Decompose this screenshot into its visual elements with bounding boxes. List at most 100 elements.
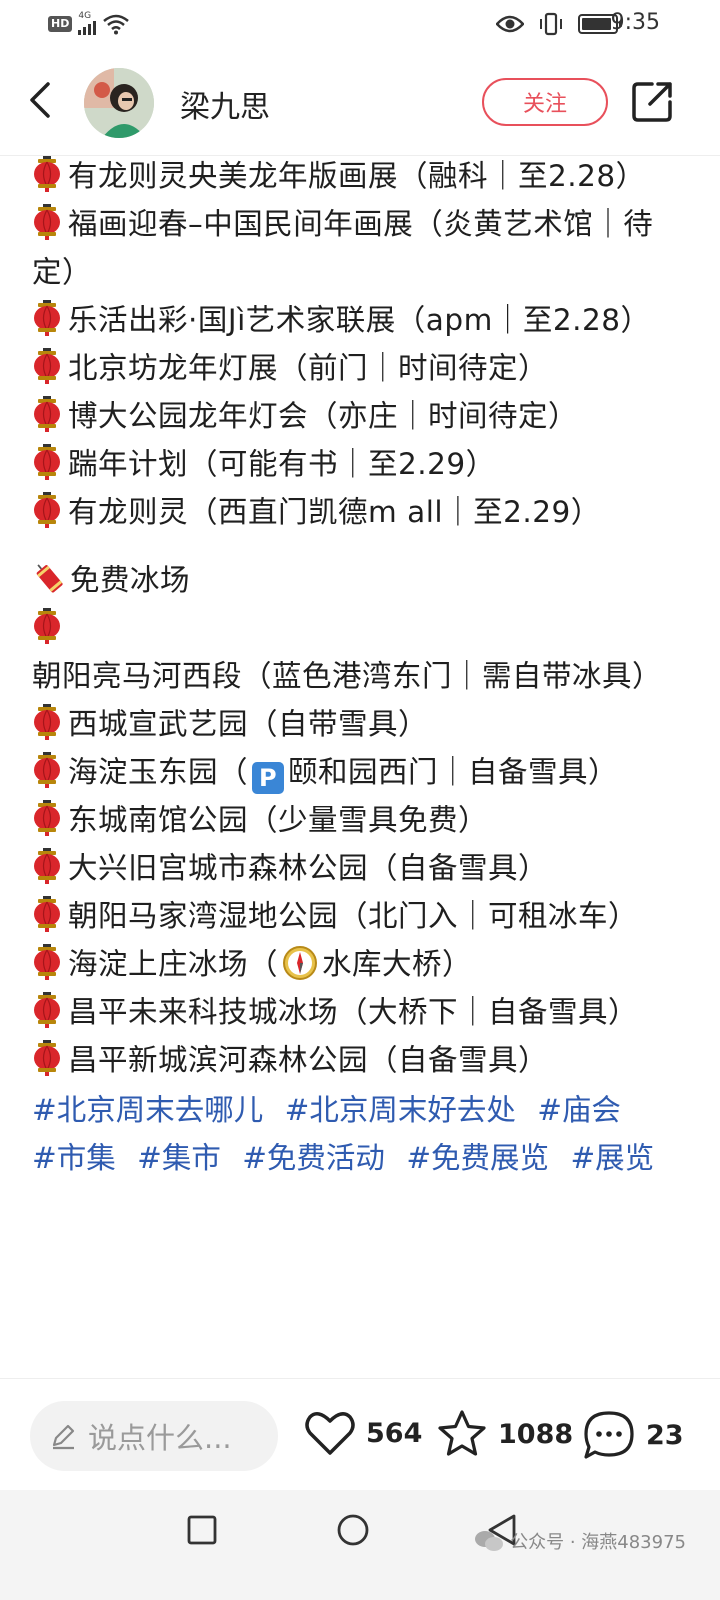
list-item: 踹年计划（可能有书｜至2.29） bbox=[32, 440, 688, 488]
red-lantern-icon bbox=[34, 944, 60, 980]
red-lantern-icon bbox=[34, 608, 60, 644]
red-lantern-icon bbox=[34, 444, 60, 480]
bottom-action-bar: 说点什么... 564 1088 23 bbox=[0, 1378, 720, 1490]
red-lantern-icon bbox=[34, 896, 60, 932]
favorite-button[interactable]: 1088 bbox=[436, 1409, 573, 1459]
list-item-text: 大兴旧宫城市森林公园（自备雪具） bbox=[68, 851, 549, 885]
red-lantern-icon bbox=[34, 800, 60, 836]
list-item: 博大公园龙年灯会（亦庄｜时间待定） bbox=[32, 392, 688, 440]
list-item: 东城南馆公园（少量雪具免费） bbox=[32, 796, 688, 844]
hashtag-link[interactable]: #免费活动 bbox=[242, 1141, 385, 1175]
list-item-text: 踹年计划（可能有书｜至2.29） bbox=[68, 447, 496, 481]
list-item-text: 西城宣武艺园（自带雪具） bbox=[68, 707, 429, 741]
red-lantern-icon bbox=[34, 204, 60, 240]
comment-button[interactable]: 23 bbox=[582, 1409, 684, 1461]
section-heading-text: 免费冰场 bbox=[70, 563, 191, 597]
post-header: 梁九思 关注 bbox=[0, 48, 720, 156]
red-lantern-icon bbox=[34, 1040, 60, 1076]
list-item-text: 有龙则灵央美龙年版画展（融科｜至2.28） bbox=[68, 159, 646, 193]
avatar-image bbox=[84, 68, 154, 138]
list-item: 朝阳马家湾湿地公园（北门入｜可租冰车） bbox=[32, 892, 688, 940]
comment-placeholder: 说点什么... bbox=[88, 1421, 232, 1455]
hashtag-link[interactable]: #展览 bbox=[570, 1141, 654, 1175]
hashtag-link[interactable]: #免费展览 bbox=[406, 1141, 549, 1175]
list-item-text: 昌平未来科技城冰场（大桥下｜自备雪具） bbox=[68, 995, 639, 1029]
watermark: 公众号 · 海燕483975 bbox=[474, 1528, 686, 1554]
star-icon bbox=[438, 1410, 486, 1456]
list-item-text: 福画迎春–中国民间年画展（炎黄艺术馆｜待定） bbox=[32, 207, 654, 289]
author-avatar[interactable] bbox=[84, 68, 154, 138]
hd-badge: HD bbox=[48, 15, 73, 32]
list-item: 乐活出彩·国Jì艺术家联展（apm｜至2.28） bbox=[32, 296, 688, 344]
share-icon[interactable] bbox=[630, 80, 674, 124]
like-count: 564 bbox=[366, 1417, 423, 1449]
red-lantern-icon bbox=[34, 848, 60, 884]
red-lantern-icon bbox=[34, 300, 60, 336]
wechat-icon bbox=[475, 1531, 504, 1551]
red-lantern-icon bbox=[34, 492, 60, 528]
red-lantern-icon bbox=[34, 348, 60, 384]
favorite-count: 1088 bbox=[498, 1418, 574, 1450]
list-item: 大兴旧宫城市森林公园（自备雪具） bbox=[32, 844, 688, 892]
list-item-text: 东城南馆公园（少量雪具免费） bbox=[68, 803, 489, 837]
cell-signal-icon: 4G bbox=[78, 11, 97, 35]
pencil-icon bbox=[52, 1424, 75, 1450]
hashtag-link[interactable]: #庙会 bbox=[537, 1093, 621, 1127]
red-lantern-icon bbox=[34, 156, 60, 192]
exhibition-list: 有龙则灵央美龙年版画展（融科｜至2.28） 福画迎春–中国民间年画展（炎黄艺术馆｜… bbox=[32, 156, 688, 536]
status-bar: HD 4G 9:35 bbox=[0, 0, 720, 48]
firecracker-icon bbox=[36, 564, 63, 593]
compass-icon bbox=[283, 946, 318, 980]
list-item: 昌平未来科技城冰场（大桥下｜自备雪具） bbox=[32, 988, 688, 1036]
wifi-icon bbox=[103, 14, 130, 34]
post-content: 是） 有龙则灵央美龙年版画展（融科｜至2.28）福画迎春–中国民间年画展（炎黄艺… bbox=[0, 156, 720, 1378]
list-item-text: 博大公园龙年灯会（亦庄｜时间待定） bbox=[68, 399, 579, 433]
list-item: 有龙则灵（西直门凯德m all｜至2.29） bbox=[32, 488, 688, 536]
like-button[interactable]: 564 bbox=[304, 1409, 422, 1457]
section-heading-ice-rinks: 免费冰场 bbox=[32, 556, 688, 604]
list-item-text-before: 海淀上庄冰场（ bbox=[68, 947, 279, 981]
comment-input[interactable]: 说点什么... bbox=[30, 1401, 278, 1471]
list-item: 朝阳亮马河西段（蓝色港湾东门｜需自带冰具） bbox=[32, 604, 688, 700]
hashtag-link[interactable]: #北京周末好去处 bbox=[285, 1093, 516, 1127]
list-item: 有龙则灵央美龙年版画展（融科｜至2.28） bbox=[32, 156, 688, 200]
list-item: 昌平新城滨河森林公园（自备雪具） bbox=[32, 1036, 688, 1084]
list-item-text: 北京坊龙年灯展（前门｜时间待定） bbox=[68, 351, 549, 385]
list-item-text: 乐活出彩·国Jì艺术家联展（apm｜至2.28） bbox=[68, 303, 651, 337]
vibrate-icon bbox=[540, 12, 562, 36]
list-item-text: 有龙则灵（西直门凯德m all｜至2.29） bbox=[68, 495, 601, 529]
red-lantern-icon bbox=[34, 396, 60, 432]
list-item: 海淀玉东园（ P 颐和园西门｜自备雪具） bbox=[32, 748, 688, 796]
back-arrow-icon[interactable] bbox=[24, 80, 60, 120]
recent-apps-square-icon[interactable] bbox=[186, 1512, 218, 1548]
eye-icon bbox=[496, 15, 524, 33]
hashtag-link[interactable]: #北京周末去哪儿 bbox=[32, 1093, 263, 1127]
ice-rink-list: 朝阳亮马河西段（蓝色港湾东门｜需自带冰具） 西城宣武艺园（自带雪具） 海淀玉东园（ P… bbox=[32, 604, 688, 1084]
comment-bubble-icon bbox=[584, 1411, 634, 1459]
list-item-text-after: 颐和园西门｜自备雪具） bbox=[288, 755, 619, 789]
watermark-text: 公众号 · 海燕483975 bbox=[510, 1532, 686, 1553]
parking-icon: P bbox=[252, 762, 285, 794]
author-name[interactable]: 梁九思 bbox=[180, 82, 270, 126]
list-item: 北京坊龙年灯展（前门｜时间待定） bbox=[32, 344, 688, 392]
hashtag-link[interactable]: #市集 bbox=[32, 1141, 116, 1175]
list-item-text-before: 海淀玉东园（ bbox=[68, 755, 249, 789]
list-item: 福画迎春–中国民间年画展（炎黄艺术馆｜待定） bbox=[32, 200, 688, 296]
list-item: 西城宣武艺园（自带雪具） bbox=[32, 700, 688, 748]
status-left: HD 4G bbox=[48, 12, 130, 35]
red-lantern-icon bbox=[34, 992, 60, 1028]
clock: 9:35 bbox=[610, 10, 660, 35]
network-label: 4G bbox=[78, 11, 92, 21]
list-item-text: 朝阳马家湾湿地公园（北门入｜可租冰车） bbox=[68, 899, 639, 933]
heart-icon bbox=[305, 1412, 355, 1455]
follow-button[interactable]: 关注 bbox=[482, 78, 608, 126]
hashtag-list: #北京周末去哪儿 #北京周末好去处 #庙会 #市集 #集市 #免费活动 #免费展… bbox=[32, 1086, 688, 1182]
hashtag-link[interactable]: #集市 bbox=[137, 1141, 221, 1175]
list-item-text-after: 水库大桥） bbox=[322, 947, 473, 981]
list-item: 海淀上庄冰场（ 水库大桥） bbox=[32, 940, 688, 988]
comment-count: 23 bbox=[646, 1419, 684, 1451]
red-lantern-icon bbox=[34, 704, 60, 740]
home-circle-icon[interactable] bbox=[335, 1512, 371, 1548]
list-item-text: 昌平新城滨河森林公园（自备雪具） bbox=[68, 1043, 549, 1077]
list-item-text: 朝阳亮马河西段（蓝色港湾东门｜需自带冰具） bbox=[32, 659, 663, 693]
